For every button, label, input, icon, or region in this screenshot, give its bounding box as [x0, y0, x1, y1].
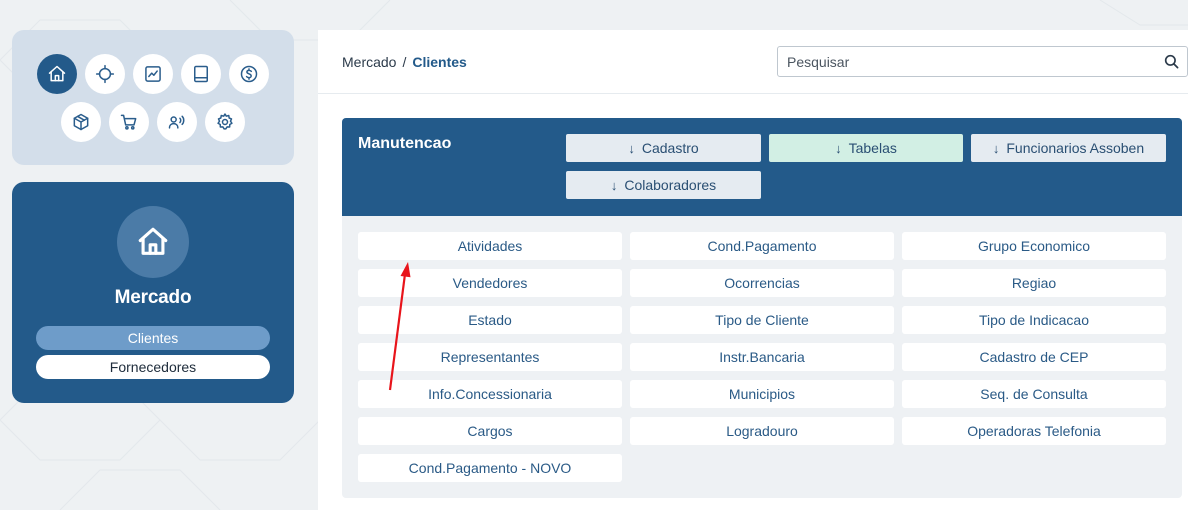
- dollar-nav-button[interactable]: [229, 54, 269, 94]
- contacts-nav-button[interactable]: [157, 102, 197, 142]
- item-button[interactable]: Vendedores: [358, 269, 622, 297]
- item-button[interactable]: Cadastro de CEP: [902, 343, 1166, 371]
- module-card: Mercado Clientes Fornecedores: [12, 182, 294, 403]
- box-nav-button[interactable]: [61, 102, 101, 142]
- item-button[interactable]: Grupo Economico: [902, 232, 1166, 260]
- tab-tabelas[interactable]: ↓ Tabelas: [769, 134, 963, 162]
- cart-icon: [120, 114, 137, 130]
- module-icon-panel: [12, 30, 294, 165]
- chart-nav-button[interactable]: [133, 54, 173, 94]
- gear-nav-button[interactable]: [205, 102, 245, 142]
- item-button[interactable]: Seq. de Consulta: [902, 380, 1166, 408]
- tab-funcionarios-assoben[interactable]: ↓ Funcionarios Assoben: [971, 134, 1166, 162]
- breadcrumb-current: Clientes: [412, 54, 467, 70]
- arrow-down-icon: ↓: [835, 140, 842, 156]
- home-icon: [117, 206, 189, 278]
- breadcrumb-separator: /: [402, 54, 407, 70]
- item-button[interactable]: Representantes: [358, 343, 622, 371]
- home-icon: [48, 65, 66, 82]
- tab-colaboradores[interactable]: ↓ Colaboradores: [566, 171, 761, 199]
- item-button[interactable]: Operadoras Telefonia: [902, 417, 1166, 445]
- chart-icon: [145, 66, 161, 82]
- tab-label: Tabelas: [848, 140, 897, 156]
- main-content: Mercado / Clientes Manutencao ↓ Cadastro ↓ T…: [318, 30, 1188, 510]
- maintenance-card: Manutencao ↓ Cadastro ↓ Tabelas ↓ Funcionar…: [342, 118, 1182, 498]
- item-button[interactable]: Logradouro: [630, 417, 894, 445]
- breadcrumb: Mercado / Clientes: [342, 54, 467, 70]
- item-button[interactable]: Estado: [358, 306, 622, 334]
- module-link-clientes[interactable]: Clientes: [36, 326, 270, 350]
- search-icon[interactable]: [1164, 54, 1179, 69]
- search-input[interactable]: [778, 47, 1148, 76]
- item-button[interactable]: Tipo de Indicacao: [902, 306, 1166, 334]
- book-icon: [194, 65, 208, 83]
- home-nav-button[interactable]: [37, 54, 77, 94]
- tab-label: Colaboradores: [624, 177, 717, 193]
- dollar-icon: [240, 65, 258, 83]
- arrow-down-icon: ↓: [610, 177, 618, 193]
- compass-nav-button[interactable]: [85, 54, 125, 94]
- tab-label: Funcionarios Assoben: [1006, 140, 1145, 156]
- item-button[interactable]: Municipios: [630, 380, 894, 408]
- book-nav-button[interactable]: [181, 54, 221, 94]
- item-button[interactable]: Tipo de Cliente: [630, 306, 894, 334]
- compass-icon: [95, 64, 115, 84]
- tab-label: Cadastro: [641, 140, 699, 156]
- card-title: Manutencao: [358, 135, 452, 152]
- item-button[interactable]: Instr.Bancaria: [630, 343, 894, 371]
- module-title: Mercado: [114, 287, 192, 308]
- tab-cadastro[interactable]: ↓ Cadastro: [566, 134, 761, 162]
- item-button[interactable]: Regiao: [902, 269, 1166, 297]
- contacts-icon: [168, 115, 185, 129]
- module-link-fornecedores[interactable]: Fornecedores: [36, 355, 270, 379]
- arrow-down-icon: ↓: [628, 140, 635, 156]
- item-button[interactable]: Cargos: [358, 417, 622, 445]
- cart-nav-button[interactable]: [109, 102, 149, 142]
- item-button[interactable]: Ocorrencias: [630, 269, 894, 297]
- card-header: Manutencao ↓ Cadastro ↓ Tabelas ↓ Funcionar…: [342, 118, 1182, 216]
- item-button[interactable]: Cond.Pagamento - NOVO: [358, 454, 622, 482]
- item-button[interactable]: Info.Concessionaria: [358, 380, 622, 408]
- search-box: [777, 46, 1188, 77]
- topbar-divider: [318, 93, 1188, 94]
- item-button[interactable]: Atividades: [358, 232, 622, 260]
- box-icon: [73, 113, 89, 131]
- item-button[interactable]: Cond.Pagamento: [630, 232, 894, 260]
- gear-icon: [217, 113, 233, 130]
- breadcrumb-parent[interactable]: Mercado: [342, 54, 396, 70]
- arrow-down-icon: ↓: [992, 140, 1000, 156]
